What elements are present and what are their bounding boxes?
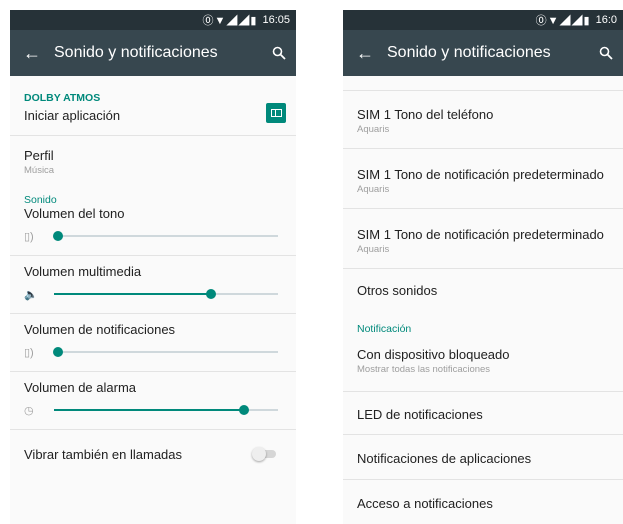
led-label: LED de notificaciones — [357, 407, 483, 422]
speaker-icon: 🔈 — [24, 288, 38, 301]
apps-label: Notificaciones de aplicaciones — [357, 451, 532, 466]
phone-vibrate-icon: ▯) — [24, 346, 34, 359]
right-screen: ⓪▼◢◢▮ 16:0 ← Sonido y notificaciones SIM… — [343, 10, 623, 524]
slider-thumb[interactable] — [53, 347, 64, 357]
notificaciones-aplicaciones-row[interactable]: Notificaciones de aplicaciones — [343, 435, 623, 479]
slider-thumb[interactable] — [53, 231, 64, 241]
volume-slider[interactable] — [54, 289, 278, 299]
volume-list: Volumen del tono ▯) Volumen multimedia 🔈… — [10, 204, 296, 430]
volume-label: Volumen de notificaciones — [24, 322, 176, 337]
status-bar: ⓪▼◢◢▮ 16:05 — [10, 10, 296, 30]
search-icon[interactable] — [589, 46, 623, 60]
sonido-header: Sonido — [24, 194, 57, 206]
volume-slider[interactable] — [53, 347, 278, 357]
iniciar-aplicacion-row[interactable]: Iniciar aplicación — [10, 102, 296, 135]
app-toolbar: ← Sonido y notificaciones — [10, 30, 296, 76]
otros-sonidos-label: Otros sonidos — [357, 283, 438, 298]
bloqueado-subtitle: Mostrar todas las notificaciones — [357, 364, 491, 375]
volume-item: Volumen de notificaciones ▯) — [10, 314, 296, 372]
status-icons: ⓪▼◢◢▮ — [202, 15, 258, 27]
status-bar: ⓪▼◢◢▮ 16:0 — [343, 10, 623, 30]
perfil-subtitle: Música — [24, 165, 55, 176]
sim1-tono-telefono-row[interactable]: SIM 1 Tono del teléfono Aquaris — [343, 91, 623, 148]
volume-slider[interactable] — [53, 231, 278, 241]
volume-item: Volumen del tono ▯) — [10, 204, 296, 256]
notificacion-header: Notificación — [357, 323, 412, 335]
perfil-row[interactable]: Perfil Música — [10, 136, 296, 180]
item-title: SIM 1 Tono de notificación predeterminad… — [357, 227, 604, 242]
acceso-notificaciones-row[interactable]: Acceso a notificaciones — [343, 480, 623, 520]
phone-vibrate-icon: ▯) — [24, 230, 34, 243]
item-subtitle: Aquaris — [357, 184, 390, 195]
back-arrow-icon[interactable]: ← — [343, 43, 387, 64]
volume-item: Volumen de alarma ◷ — [10, 372, 296, 430]
iniciar-aplicacion-label: Iniciar aplicación — [24, 108, 121, 123]
back-arrow-icon[interactable]: ← — [10, 43, 54, 64]
volume-label: Volumen de alarma — [24, 380, 137, 395]
volume-item: Volumen multimedia 🔈 — [10, 256, 296, 314]
page-title: Sonido y notificaciones — [54, 44, 218, 61]
sim1-tono-notificacion-row[interactable]: SIM 1 Tono de notificación predeterminad… — [343, 149, 623, 208]
slider-thumb[interactable] — [205, 289, 216, 299]
dolby-app-icon[interactable] — [266, 103, 286, 123]
volume-slider[interactable] — [54, 405, 278, 415]
led-notificaciones-row[interactable]: LED de notificaciones — [343, 392, 623, 434]
dolby-atmos-header: DOLBY ATMOS — [24, 92, 101, 104]
app-toolbar: ← Sonido y notificaciones — [343, 30, 623, 76]
volume-label: Volumen del tono — [24, 206, 125, 221]
vibrar-row[interactable]: Vibrar también en llamadas — [10, 430, 296, 470]
sim1-tono-notificacion-row-2[interactable]: SIM 1 Tono de notificación predeterminad… — [343, 209, 623, 268]
vibrar-toggle[interactable] — [252, 447, 278, 461]
status-time: 16:0 — [595, 14, 617, 26]
status-time: 16:05 — [262, 14, 290, 26]
slider-thumb[interactable] — [239, 405, 250, 415]
status-icons: ⓪▼◢◢▮ — [535, 15, 591, 27]
alarm-clock-icon: ◷ — [24, 404, 34, 417]
item-subtitle: Aquaris — [357, 244, 390, 255]
item-subtitle: Aquaris — [357, 124, 390, 135]
acceso-label: Acceso a notificaciones — [357, 496, 493, 511]
otros-sonidos-row[interactable]: Otros sonidos — [343, 269, 623, 313]
dispositivo-bloqueado-row[interactable]: Con dispositivo bloqueado Mostrar todas … — [343, 339, 623, 391]
volume-label: Volumen multimedia — [24, 264, 142, 279]
search-icon[interactable] — [262, 46, 296, 60]
left-screen: ⓪▼◢◢▮ 16:05 ← Sonido y notificaciones DO… — [10, 10, 296, 524]
perfil-title: Perfil — [24, 148, 54, 163]
item-title: SIM 1 Tono de notificación predeterminad… — [357, 167, 604, 182]
item-title: SIM 1 Tono del teléfono — [357, 107, 494, 122]
page-title: Sonido y notificaciones — [387, 44, 551, 61]
bloqueado-title: Con dispositivo bloqueado — [357, 347, 510, 362]
